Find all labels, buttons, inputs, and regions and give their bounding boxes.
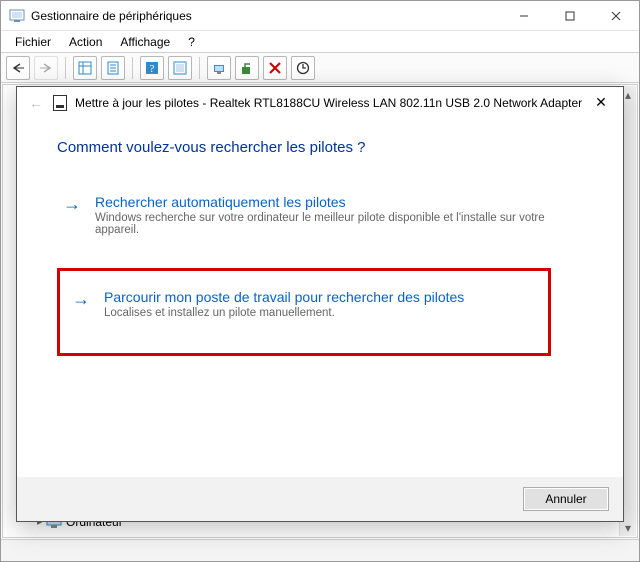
minimize-button[interactable] <box>501 1 547 31</box>
forward-button[interactable] <box>34 56 58 80</box>
option-title: Parcourir mon poste de travail pour rech… <box>104 289 464 305</box>
update-driver-dialog: ✕ ← Mettre à jour les pilotes - Realtek … <box>16 86 624 522</box>
menu-help[interactable]: ? <box>184 33 199 51</box>
device-icon <box>53 95 67 111</box>
dialog-title: Mettre à jour les pilotes - Realtek RTL8… <box>75 96 582 110</box>
window-title: Gestionnaire de périphériques <box>31 9 501 23</box>
titlebar: Gestionnaire de périphériques <box>1 1 639 31</box>
arrow-right-icon: → <box>61 194 83 214</box>
highlight-annotation: → Parcourir mon poste de travail pour re… <box>57 268 551 356</box>
app-icon <box>9 8 25 24</box>
option-title: Rechercher automatiquement les pilotes <box>95 194 555 210</box>
option-auto-search[interactable]: → Rechercher automatiquement les pilotes… <box>57 184 595 246</box>
toolbar-separator <box>199 57 200 79</box>
cancel-button[interactable]: Annuler <box>523 487 609 511</box>
arrow-right-icon: → <box>70 289 92 309</box>
enable-device-button[interactable] <box>291 56 315 80</box>
dialog-close-button[interactable]: ✕ <box>585 91 617 113</box>
close-button[interactable] <box>593 1 639 31</box>
dialog-question: Comment voulez-vous rechercher les pilot… <box>57 139 595 156</box>
menubar: Fichier Action Affichage ? <box>1 31 639 53</box>
statusbar <box>1 539 639 561</box>
dialog-body: Comment voulez-vous rechercher les pilot… <box>17 115 623 477</box>
toolbar: ? <box>1 53 639 83</box>
option-browse-computer[interactable]: → Parcourir mon poste de travail pour re… <box>66 279 542 329</box>
uninstall-device-button[interactable] <box>235 56 259 80</box>
scan-hardware-button[interactable] <box>168 56 192 80</box>
show-hide-tree-button[interactable] <box>73 56 97 80</box>
back-arrow-icon: ← <box>29 95 43 111</box>
option-description: Windows recherche sur votre ordinateur l… <box>95 212 555 236</box>
spacer <box>57 246 595 268</box>
option-description: Localises et installez un pilote manuell… <box>104 307 464 319</box>
properties-button[interactable] <box>101 56 125 80</box>
menu-action[interactable]: Action <box>65 33 106 51</box>
disable-device-button[interactable] <box>263 56 287 80</box>
menu-file[interactable]: Fichier <box>11 33 55 51</box>
maximize-button[interactable] <box>547 1 593 31</box>
toolbar-separator <box>65 57 66 79</box>
toolbar-separator <box>132 57 133 79</box>
dialog-header: ← Mettre à jour les pilotes - Realtek RT… <box>17 87 623 115</box>
dialog-footer: Annuler <box>17 477 623 521</box>
help-button[interactable]: ? <box>140 56 164 80</box>
update-driver-button[interactable] <box>207 56 231 80</box>
menu-view[interactable]: Affichage <box>116 33 174 51</box>
back-button[interactable] <box>6 56 30 80</box>
svg-text:?: ? <box>150 63 155 75</box>
